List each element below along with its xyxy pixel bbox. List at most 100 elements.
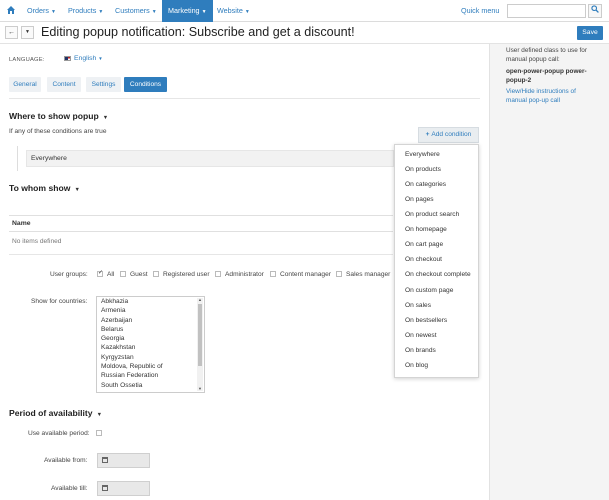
dropdown-item-on-newest[interactable]: On newest	[405, 332, 437, 339]
menu-marketing[interactable]: Marketing ▼	[162, 0, 213, 22]
chevron-down-icon: ▼	[98, 56, 103, 61]
top-navbar: Orders ▼ Products ▼ Customers ▼ Marketing ▼ …	[0, 0, 609, 22]
scrollbar-thumb[interactable]	[198, 304, 202, 366]
language-select[interactable]: English ▼	[64, 55, 103, 62]
dropdown-item-on-cart-page[interactable]: On cart page	[405, 241, 443, 248]
language-label: LANGUAGE:	[9, 57, 45, 63]
user-group-label: Guest	[130, 271, 148, 278]
home-icon[interactable]	[5, 5, 17, 17]
country-option[interactable]: Belarus	[97, 325, 204, 334]
available-till-input[interactable]	[97, 481, 150, 496]
user-group-content-manager[interactable]: Content manager	[270, 271, 331, 278]
menu-website-label: Website	[217, 6, 243, 15]
instructions-link[interactable]: View/Hide instructions of manual pop-up …	[506, 87, 593, 106]
quick-menu-link[interactable]: Quick menu	[461, 0, 499, 22]
dropdown-item-on-sales[interactable]: On sales	[405, 302, 431, 309]
table-header-name: Name	[9, 215, 393, 232]
page-title: Editing popup notification: Subscribe an…	[41, 25, 355, 39]
back-button[interactable]: ←	[5, 26, 18, 39]
user-group-registered[interactable]: Registered user	[153, 271, 210, 278]
dropdown-item-on-categories[interactable]: On categories	[405, 181, 446, 188]
menu-customers[interactable]: Customers ▼	[115, 0, 157, 22]
tab-conditions[interactable]: Conditions	[124, 77, 167, 92]
where-hint: If any of these conditions are true	[9, 128, 107, 135]
dropdown-item-on-custom-page[interactable]: On custom page	[405, 287, 453, 294]
save-button[interactable]: Save	[577, 26, 603, 40]
chevron-down-icon: ▼	[96, 412, 103, 418]
menu-marketing-label: Marketing	[168, 6, 200, 15]
countries-label: Show for countries:	[31, 298, 88, 305]
search-button[interactable]	[588, 4, 602, 18]
language-value: English	[74, 55, 97, 62]
checkbox[interactable]	[153, 271, 159, 277]
whom-heading[interactable]: To whom show ▼	[9, 183, 80, 193]
dropdown-item-on-homepage[interactable]: On homepage	[405, 226, 447, 233]
country-option[interactable]: Kyrgyzstan	[97, 353, 204, 362]
chevron-down-icon: ▼	[25, 29, 30, 35]
add-condition-label: Add condition	[431, 131, 472, 138]
available-from-label: Available from:	[44, 457, 88, 464]
where-heading[interactable]: Where to show popup ▼	[9, 111, 108, 121]
arrow-left-icon: ←	[8, 29, 15, 36]
checkbox[interactable]	[270, 271, 276, 277]
user-group-label: All	[107, 271, 115, 278]
scrollbar[interactable]: ▲ ▼	[197, 297, 203, 391]
calendar-icon	[102, 457, 108, 463]
checkbox[interactable]	[120, 271, 126, 277]
sidebar-description: User defined class to use for manual pop…	[506, 47, 587, 64]
tab-settings[interactable]: Settings	[86, 77, 121, 92]
scroll-up-icon[interactable]: ▲	[197, 297, 203, 302]
available-from-input[interactable]	[97, 453, 150, 468]
menu-products[interactable]: Products ▼	[68, 0, 103, 22]
tab-content[interactable]: Content	[47, 77, 81, 92]
menu-website[interactable]: Website ▼	[217, 0, 250, 22]
page-header: ← ▼ Editing popup notification: Subscrib…	[0, 22, 609, 44]
chevron-down-icon: ▼	[244, 9, 250, 15]
condition-row[interactable]: Everywhere	[26, 150, 394, 167]
user-group-label: Sales manager	[346, 271, 391, 278]
available-till-label: Available till:	[51, 485, 88, 492]
country-option[interactable]: Moldova, Republic of	[97, 362, 204, 371]
country-option[interactable]: Georgia	[97, 334, 204, 343]
checkbox[interactable]	[336, 271, 342, 277]
dropdown-item-on-products[interactable]: On products	[405, 166, 441, 173]
user-group-administrator[interactable]: Administrator	[215, 271, 264, 278]
dropdown-item-everywhere[interactable]: Everywhere	[405, 151, 440, 158]
country-option[interactable]: Russian Federation	[97, 371, 204, 380]
search-input[interactable]	[507, 4, 586, 18]
checkbox[interactable]	[97, 269, 103, 277]
countries-listbox[interactable]: Abkhazia Armenia Azerbaijan Belarus Geor…	[96, 296, 205, 393]
dropdown-item-on-checkout-complete[interactable]: On checkout complete	[405, 271, 471, 278]
period-heading[interactable]: Period of availability ▼	[9, 408, 102, 418]
empty-table-message: No items defined	[9, 233, 393, 255]
nav-dropdown-button[interactable]: ▼	[21, 26, 34, 39]
add-condition-button[interactable]: + Add condition	[418, 127, 479, 143]
dropdown-item-on-product-search[interactable]: On product search	[405, 211, 459, 218]
dropdown-item-on-brands[interactable]: On brands	[405, 347, 436, 354]
user-group-label: Registered user	[163, 271, 210, 278]
dropdown-item-on-pages[interactable]: On pages	[405, 196, 434, 203]
country-option[interactable]: South Ossetia	[97, 381, 204, 390]
add-condition-dropdown: Everywhere On products On categories On …	[394, 144, 479, 378]
chevron-down-icon: ▼	[50, 9, 56, 15]
user-groups-label: User groups:	[50, 271, 88, 278]
dropdown-item-on-bestsellers[interactable]: On bestsellers	[405, 317, 447, 324]
user-group-sales-manager[interactable]: Sales manager	[336, 271, 390, 278]
checkbox[interactable]	[215, 271, 221, 277]
menu-orders[interactable]: Orders ▼	[27, 0, 56, 22]
scroll-down-icon[interactable]: ▼	[197, 386, 203, 391]
country-option[interactable]: Kazakhstan	[97, 343, 204, 352]
tab-general[interactable]: General	[9, 77, 41, 92]
use-period-checkbox[interactable]	[96, 430, 102, 436]
right-sidebar: User defined class to use for manual pop…	[489, 44, 609, 500]
dropdown-item-on-blog[interactable]: On blog	[405, 362, 428, 369]
period-heading-text: Period of availability	[9, 408, 93, 418]
country-option[interactable]: Azerbaijan	[97, 316, 204, 325]
user-group-all[interactable]: All	[97, 269, 115, 278]
chevron-down-icon: ▼	[74, 187, 80, 193]
chevron-down-icon: ▼	[98, 9, 104, 15]
country-option[interactable]: Armenia	[97, 306, 204, 315]
country-option[interactable]: Abkhazia	[97, 297, 204, 306]
user-group-guest[interactable]: Guest	[120, 271, 148, 278]
dropdown-item-on-checkout[interactable]: On checkout	[405, 256, 442, 263]
